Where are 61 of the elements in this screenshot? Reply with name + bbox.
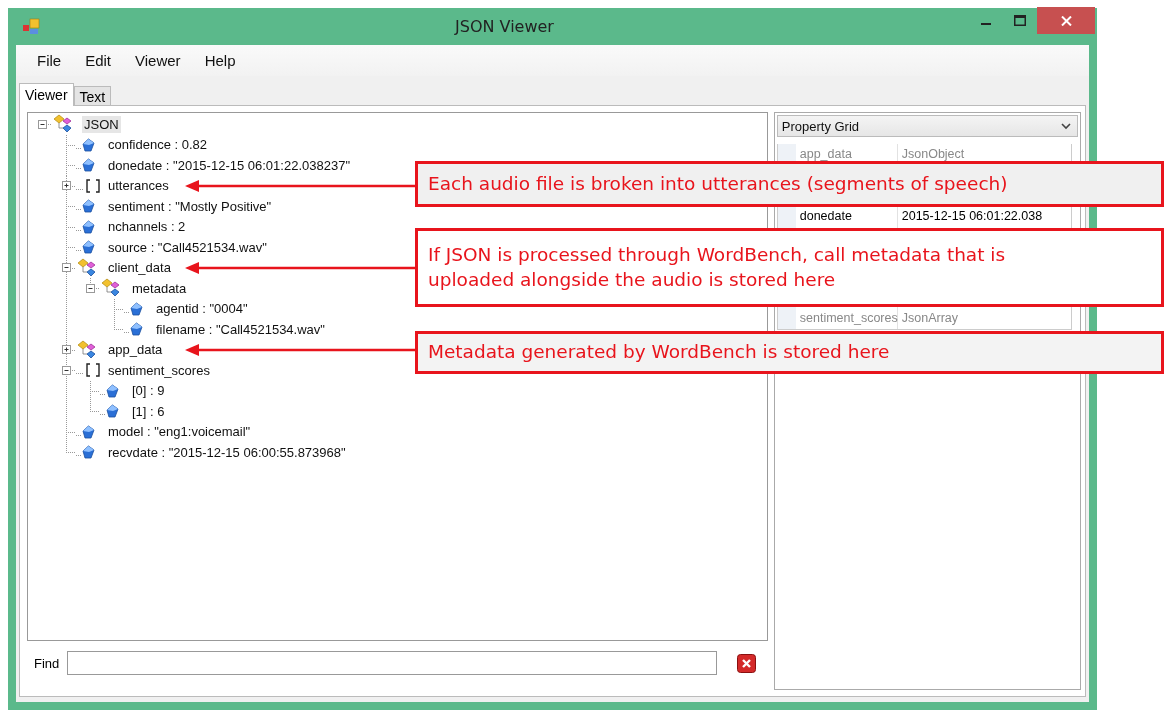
expand-toggle[interactable] xyxy=(61,181,71,191)
tab[interactable]: Text xyxy=(73,86,112,106)
menu-item[interactable]: Help xyxy=(195,49,245,72)
property-value: 2015-12-15 06:01:22.038 xyxy=(900,208,1043,223)
expand-toggle[interactable] xyxy=(37,119,47,129)
tree-node[interactable]: metadata xyxy=(130,279,189,297)
value-node-icon xyxy=(81,445,95,460)
tree-node[interactable]: app_data xyxy=(106,341,165,359)
tree-node[interactable]: sentiment_scores xyxy=(106,361,212,379)
tree-node[interactable]: recvdate : "2015-12-15 06:00:55.873968" xyxy=(106,443,348,461)
find-label: Find xyxy=(34,655,60,671)
callout-text: If JSON is processed through WordBench, call metadata that is uploaded alongside the audio is stored here xyxy=(428,242,1007,292)
tree-node[interactable]: JSON xyxy=(82,115,121,133)
value-node-icon xyxy=(105,383,119,398)
expand-toggle[interactable] xyxy=(61,345,71,355)
property-value: JsonObject xyxy=(900,147,965,162)
callout-text: Metadata generated by WordBench is stored here xyxy=(428,340,890,364)
chevron-icon xyxy=(1061,122,1071,130)
callout-text: Each audio file is broken into utterances (segments of speech) xyxy=(428,171,1008,196)
tree-node[interactable]: confidence : 0.82 xyxy=(106,136,210,154)
value-node-icon xyxy=(81,199,95,214)
value-node-icon xyxy=(81,137,95,152)
maximize-icon xyxy=(1014,14,1026,26)
property-name: sentiment_scores xyxy=(777,308,898,329)
menu-item[interactable]: Viewer xyxy=(126,49,190,72)
clear-icon xyxy=(737,653,757,673)
value-node-icon xyxy=(81,219,95,234)
tree-node[interactable]: client_data xyxy=(106,259,173,277)
value-node-icon xyxy=(129,322,143,337)
tree-node[interactable]: agentid : "0004" xyxy=(154,300,250,318)
tree-node[interactable]: filename : "Call4521534.wav" xyxy=(154,320,327,338)
expand-toggle[interactable] xyxy=(61,365,71,375)
expand-toggle[interactable] xyxy=(61,263,71,273)
tree-node[interactable]: [1] : 6 xyxy=(130,402,167,420)
value-node-icon xyxy=(105,404,119,419)
bracket-icon xyxy=(86,178,100,193)
bracket-icon xyxy=(86,363,100,378)
tab[interactable]: Viewer xyxy=(19,83,74,106)
tree-node[interactable]: sentiment : "Mostly Positive" xyxy=(106,197,274,215)
tree-node[interactable]: source : "Call4521534.wav" xyxy=(106,238,269,256)
tree-node[interactable]: [0] : 9 xyxy=(130,382,167,400)
clear-button[interactable] xyxy=(737,653,757,673)
menu-item[interactable]: File xyxy=(28,49,71,72)
find-field[interactable] xyxy=(67,651,718,675)
close-icon xyxy=(1060,15,1072,26)
minimize-icon xyxy=(981,23,991,25)
tree-node[interactable]: nchannels : 2 xyxy=(106,218,188,236)
window-title: JSON Viewer xyxy=(453,17,555,36)
value-node-icon xyxy=(81,424,95,439)
value-node-icon xyxy=(81,158,95,173)
tree-node[interactable]: utterances xyxy=(106,177,171,195)
tree-node[interactable]: donedate : "2015-12-15 06:01:22.038237" xyxy=(106,156,352,174)
property-value: JsonArray xyxy=(900,311,959,326)
expand-toggle[interactable] xyxy=(85,283,95,293)
tree-node[interactable]: model : "eng1:voicemail" xyxy=(106,423,253,441)
value-node-icon xyxy=(81,240,95,255)
property-grid-dropdown[interactable]: Property Grid xyxy=(776,115,1078,137)
close-button[interactable] xyxy=(1037,7,1095,34)
value-node-icon xyxy=(129,301,143,316)
app-icon xyxy=(22,17,40,36)
menu-item[interactable]: Edit xyxy=(76,49,121,72)
